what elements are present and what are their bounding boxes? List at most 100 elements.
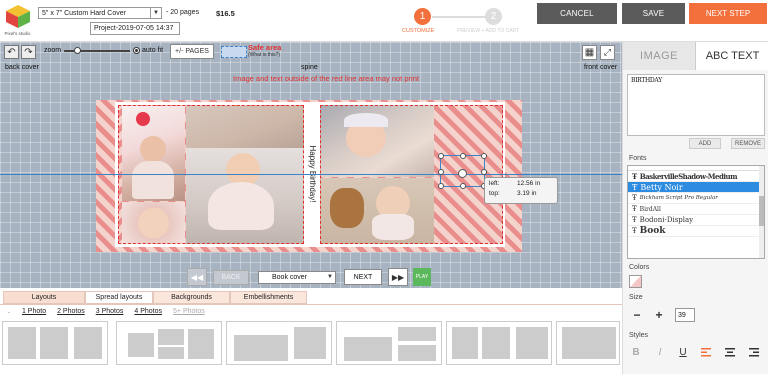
tab-spread-layouts[interactable]: Spread layouts: [85, 291, 153, 304]
play-button[interactable]: PLAY: [413, 268, 431, 286]
size-input[interactable]: 39: [675, 308, 695, 322]
last-page-button[interactable]: ▶▶: [388, 268, 408, 286]
remove-text-button[interactable]: REMOVE: [731, 138, 765, 149]
layout-thumbnail[interactable]: [336, 321, 442, 365]
page-select[interactable]: Book cover ▼: [258, 271, 336, 284]
undo-icon: ↶: [7, 46, 16, 58]
bold-button[interactable]: B: [631, 346, 641, 358]
align-right-button[interactable]: [749, 347, 759, 357]
filter-dot: .: [8, 308, 10, 315]
back-page-button[interactable]: BACK: [213, 270, 249, 285]
font-option-label: BirdAll: [639, 205, 661, 213]
fonts-label: Fonts: [629, 155, 647, 162]
position-tooltip: left: 12.56 in top: 3.19 in: [484, 177, 558, 204]
scrollbar-thumb[interactable]: [759, 196, 764, 226]
next-page-button[interactable]: NEXT: [344, 269, 382, 285]
grid-toggle-button[interactable]: ▦: [582, 45, 597, 60]
fullscreen-button[interactable]: ⤢: [600, 45, 615, 60]
tooltip-left-value: 12.56 in: [517, 180, 541, 187]
text-input-area[interactable]: BIRTHDAY: [627, 74, 765, 136]
align-center-icon: [725, 348, 735, 357]
tab-embellishments[interactable]: Embellishments: [230, 291, 307, 304]
filter-2-photos[interactable]: 2 Photos: [57, 308, 85, 318]
resize-handle[interactable]: [438, 169, 444, 175]
step-1-circle: 1: [414, 8, 431, 25]
tab-image[interactable]: IMAGE: [623, 42, 695, 70]
font-option-label: BaskervilleShadow-Medium: [639, 171, 738, 181]
undo-button[interactable]: ↶: [4, 45, 19, 59]
filter-4-photos[interactable]: 4 Photos: [134, 308, 162, 318]
first-page-button[interactable]: ◀◀: [187, 268, 207, 286]
font-icon: Ŧ: [632, 171, 637, 181]
layout-thumbnail[interactable]: [116, 321, 222, 365]
rotate-handle[interactable]: [458, 169, 467, 178]
bottom-tab-divider: [0, 304, 622, 305]
selected-text-box[interactable]: [438, 153, 487, 189]
font-option-selected[interactable]: Ŧ Betty Noir: [628, 182, 764, 193]
step-2-circle[interactable]: 2: [485, 8, 502, 25]
filter-3-photos[interactable]: 3 Photos: [96, 308, 124, 318]
step-1-label: CUSTOMIZE: [402, 28, 435, 34]
filter-5-plus-photos[interactable]: 5+ Photos: [173, 308, 205, 318]
font-option-label: Bodoni-Display: [639, 216, 694, 224]
filter-1-photo[interactable]: 1 Photo: [22, 308, 46, 318]
tab-backgrounds[interactable]: Backgrounds: [153, 291, 230, 304]
resize-handle[interactable]: [438, 183, 444, 189]
font-option[interactable]: Ŧ Bodoni-Display: [628, 215, 764, 226]
redo-button[interactable]: ↷: [21, 45, 36, 59]
step-progress-line: [432, 16, 492, 18]
logo-text: Pixel's studio: [4, 31, 31, 36]
logo: Pixel's studio: [4, 3, 32, 39]
size-select[interactable]: 5" x 7" Custom Hard Cover ▼: [38, 7, 162, 19]
resize-handle[interactable]: [460, 153, 466, 159]
font-list-scrollbar[interactable]: [759, 166, 764, 258]
resize-handle[interactable]: [438, 153, 444, 159]
align-left-button[interactable]: [701, 347, 711, 357]
tab-text[interactable]: ABC TEXT: [695, 42, 768, 70]
save-button[interactable]: SAVE: [622, 3, 685, 24]
pages-button[interactable]: +/- PAGES: [170, 44, 214, 59]
autofit-radio[interactable]: [133, 47, 140, 54]
step-2-label[interactable]: PREVIEW + ADD TO CART: [457, 28, 519, 34]
size-decrease-button[interactable]: −: [631, 308, 643, 322]
project-name-field[interactable]: Project-2019-07-05 14:37: [90, 22, 180, 35]
color-swatch[interactable]: [629, 275, 642, 288]
layout-thumbnail[interactable]: [2, 321, 108, 365]
resize-handle[interactable]: [481, 169, 487, 175]
zoom-label: zoom: [44, 47, 62, 54]
expand-icon: ⤢: [603, 47, 612, 57]
price: $16.5: [216, 9, 235, 18]
resize-handle[interactable]: [460, 183, 466, 189]
safe-area-swatch: [221, 46, 247, 58]
resize-handle[interactable]: [481, 153, 487, 159]
design-canvas[interactable]: ↶ ↷ zoom auto fit +/- PAGES Safe area (W…: [0, 42, 622, 288]
underline-button[interactable]: U: [678, 346, 688, 358]
font-list[interactable]: Ŧ BaskervilleShadow-Medium Ŧ Betty Noir …: [627, 165, 765, 259]
layout-thumbnail[interactable]: [226, 321, 332, 365]
font-option[interactable]: Ŧ BaskervilleShadow-Medium: [628, 171, 764, 182]
zoom-slider[interactable]: [64, 47, 130, 54]
cancel-button[interactable]: CANCEL: [537, 3, 617, 24]
layout-thumbnail[interactable]: [446, 321, 552, 365]
size-increase-button[interactable]: +: [653, 308, 665, 322]
next-step-button[interactable]: NEXT STEP: [689, 3, 767, 24]
size-label: Size: [629, 294, 643, 301]
safe-area-help-link[interactable]: (What is this?): [248, 52, 280, 58]
front-cover-label: front cover: [584, 64, 618, 71]
italic-button[interactable]: I: [655, 346, 665, 358]
font-icon: Ŧ: [632, 182, 638, 192]
layout-thumbnail[interactable]: [556, 321, 620, 365]
font-option[interactable]: Ŧ Book: [628, 226, 764, 237]
font-icon: Ŧ: [632, 205, 637, 213]
logo-icon: [6, 5, 30, 28]
print-warning: Image and text outside of the red line a…: [233, 74, 419, 83]
redo-icon: ↷: [24, 46, 33, 58]
add-text-button[interactable]: ADD: [689, 138, 721, 149]
font-option[interactable]: Ŧ BirdAll: [628, 204, 764, 215]
styles-label: Styles: [629, 332, 649, 339]
zoom-slider-handle[interactable]: [74, 47, 81, 54]
font-option[interactable]: Ŧ Bickham Script Pro Regular: [628, 193, 764, 204]
alignment-guide: [0, 174, 622, 175]
align-center-button[interactable]: [725, 347, 735, 357]
tab-layouts[interactable]: Layouts: [3, 291, 85, 304]
